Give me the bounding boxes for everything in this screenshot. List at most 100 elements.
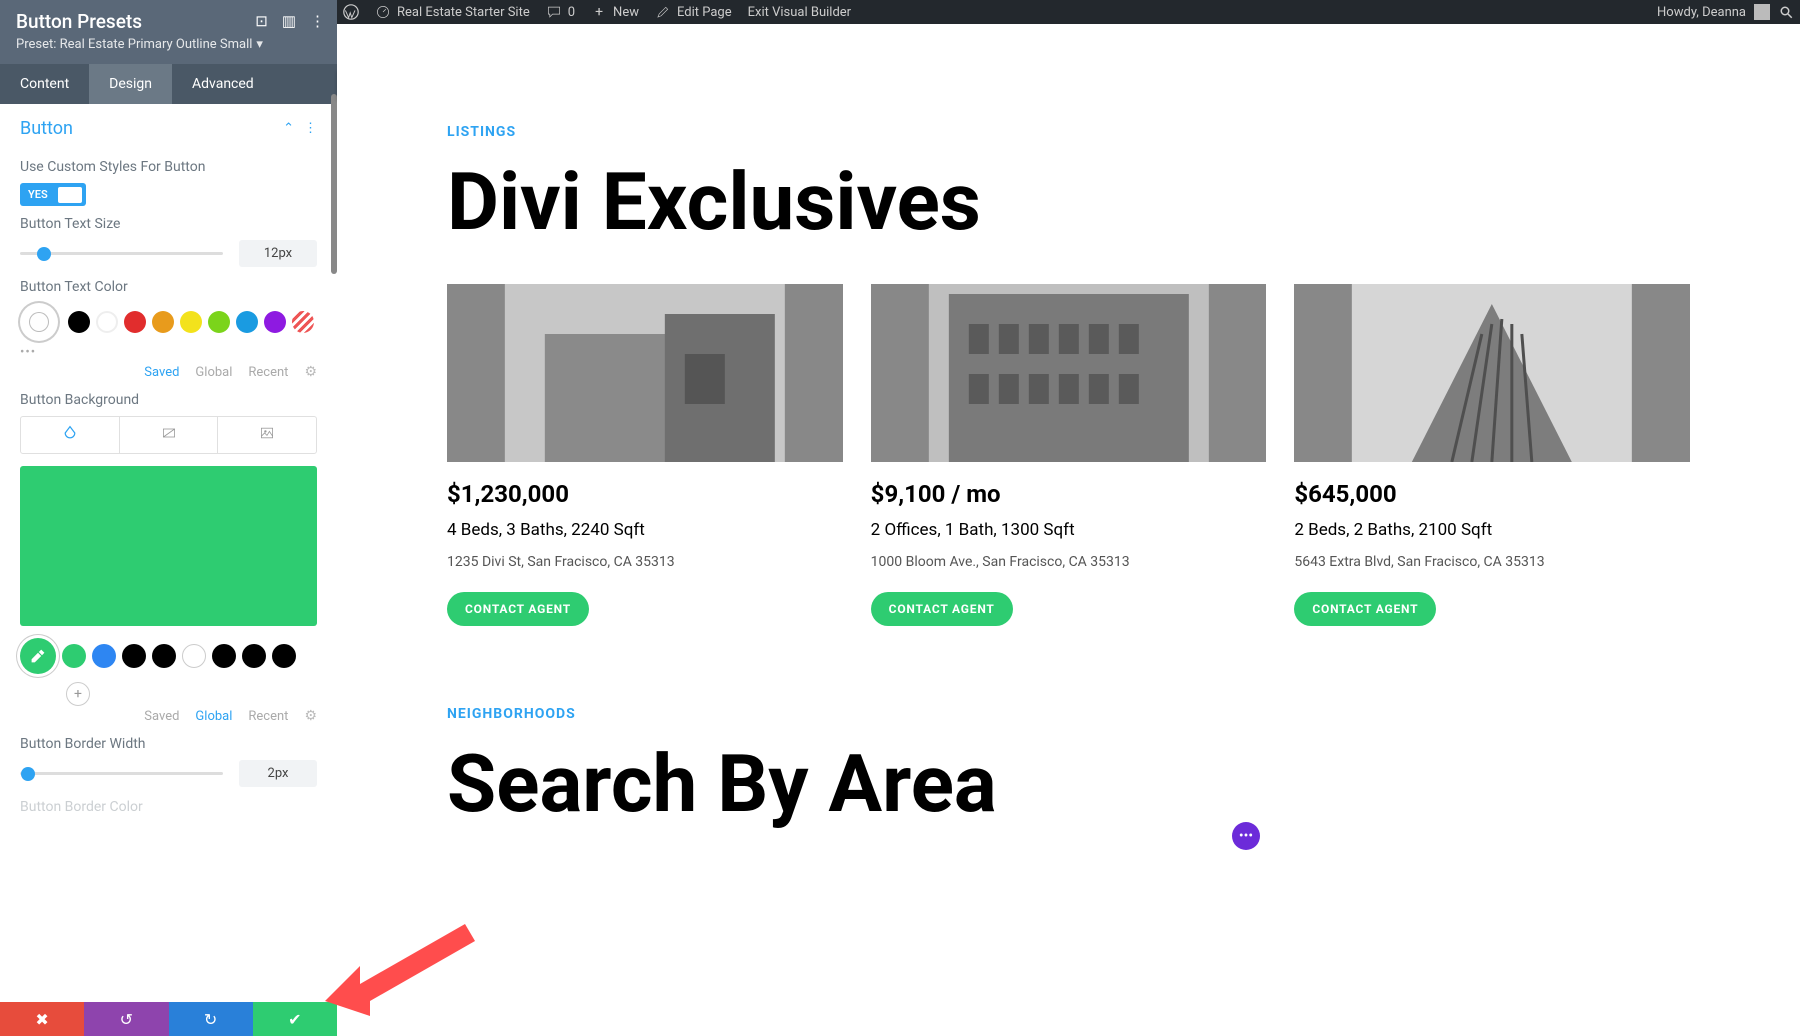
palette-global[interactable]: Global	[195, 365, 232, 380]
bg-recent[interactable]: Recent	[248, 709, 288, 724]
bg-tab-color[interactable]	[21, 417, 120, 453]
swatch-yellow[interactable]	[180, 311, 202, 333]
listing-specs: 4 Beds, 3 Baths, 2240 Sqft	[447, 520, 843, 540]
search-icon[interactable]	[1778, 4, 1794, 20]
bg-color-preview[interactable]	[20, 466, 317, 626]
edit-page-link[interactable]: Edit Page	[655, 4, 732, 20]
palette-recent[interactable]: Recent	[248, 365, 288, 380]
tab-design[interactable]: Design	[89, 64, 172, 104]
neighborhoods-heading: Search By Area	[447, 742, 1690, 826]
section-kebab-icon[interactable]: ⋮	[304, 121, 317, 136]
preset-selector[interactable]: Preset: Real Estate Primary Outline Smal…	[16, 37, 321, 52]
bg-saved[interactable]: Saved	[144, 709, 179, 724]
contact-agent-button[interactable]: CONTACT AGENT	[1294, 592, 1436, 626]
new-link[interactable]: + New	[591, 4, 639, 20]
site-name: Real Estate Starter Site	[397, 5, 530, 20]
settings-tabs: Content Design Advanced	[0, 64, 337, 104]
listing-card: $1,230,000 4 Beds, 3 Baths, 2240 Sqft 12…	[447, 284, 843, 626]
avatar[interactable]	[1754, 4, 1770, 20]
text-color-label: Button Text Color	[20, 279, 317, 295]
wp-admin-bar: Real Estate Starter Site 0 + New Edit Pa…	[337, 0, 1800, 24]
exit-builder-link[interactable]: Exit Visual Builder	[748, 5, 851, 20]
palette-more-icon[interactable]: •••	[20, 345, 317, 360]
panel-body: Use Custom Styles For Button YES Button …	[0, 149, 337, 823]
action-bar: ✖ ↺ ↻ ✔	[0, 1002, 337, 1036]
add-swatch-button[interactable]: +	[66, 682, 90, 706]
gear-icon[interactable]: ⚙	[304, 364, 317, 380]
gear-icon[interactable]: ⚙	[304, 708, 317, 724]
bg-global-palette	[20, 638, 317, 674]
redo-button[interactable]: ↻	[169, 1002, 253, 1036]
bg-tab-image[interactable]	[218, 417, 316, 453]
columns-icon[interactable]: ▥	[282, 12, 296, 30]
swatch-white[interactable]	[96, 311, 118, 333]
border-width-value[interactable]: 2px	[239, 760, 317, 787]
neighborhoods-eyebrow: NEIGHBORHOODS	[447, 706, 1690, 722]
edit-page-label: Edit Page	[677, 5, 732, 20]
module-options-button[interactable]: •••	[1232, 822, 1260, 850]
listing-image	[871, 284, 1267, 462]
collapse-icon[interactable]: ⌃	[283, 121, 294, 136]
bg-eyedropper-button[interactable]	[20, 638, 56, 674]
text-size-label: Button Text Size	[20, 216, 317, 232]
tab-advanced[interactable]: Advanced	[172, 64, 274, 104]
contact-agent-button[interactable]: CONTACT AGENT	[447, 592, 589, 626]
listing-image	[447, 284, 843, 462]
listing-card: $9,100 / mo 2 Offices, 1 Bath, 1300 Sqft…	[871, 284, 1267, 626]
bg-swatch[interactable]	[212, 644, 236, 668]
listing-image	[1294, 284, 1690, 462]
kebab-icon[interactable]: ⋮	[310, 12, 325, 30]
plus-icon: +	[591, 4, 607, 20]
save-button[interactable]: ✔	[253, 1002, 337, 1036]
bg-swatch[interactable]	[272, 644, 296, 668]
settings-sidebar: Button Presets Preset: Real Estate Prima…	[0, 0, 337, 1036]
color-picker-button[interactable]	[20, 303, 58, 341]
bg-swatch[interactable]	[152, 644, 176, 668]
bg-swatch[interactable]	[92, 644, 116, 668]
dashboard-icon	[375, 4, 391, 20]
swatch-orange[interactable]	[152, 311, 174, 333]
pencil-icon	[655, 4, 671, 20]
swatch-transparent[interactable]	[292, 311, 314, 333]
howdy-text[interactable]: Howdy, Deanna	[1657, 5, 1746, 20]
section-header-button[interactable]: Button ⌃ ⋮	[0, 104, 337, 149]
swatch-purple[interactable]	[264, 311, 286, 333]
contact-agent-button[interactable]: CONTACT AGENT	[871, 592, 1013, 626]
bg-swatch[interactable]	[182, 644, 206, 668]
discard-button[interactable]: ✖	[0, 1002, 84, 1036]
custom-styles-toggle[interactable]: YES	[20, 183, 86, 206]
listings-heading: Divi Exclusives	[447, 160, 1690, 244]
palette-saved[interactable]: Saved	[144, 365, 179, 380]
text-size-slider[interactable]	[20, 252, 223, 255]
new-label: New	[613, 5, 639, 20]
text-color-palette	[20, 303, 317, 341]
wordpress-icon[interactable]	[343, 4, 359, 20]
undo-button[interactable]: ↺	[84, 1002, 168, 1036]
site-link[interactable]: Real Estate Starter Site	[375, 4, 530, 20]
listing-price: $1,230,000	[447, 480, 843, 508]
listing-specs: 2 Offices, 1 Bath, 1300 Sqft	[871, 520, 1267, 540]
listing-card: $645,000 2 Beds, 2 Baths, 2100 Sqft 5643…	[1294, 284, 1690, 626]
text-size-value[interactable]: 12px	[239, 240, 317, 267]
panel-header: Button Presets Preset: Real Estate Prima…	[0, 0, 337, 64]
border-width-slider[interactable]	[20, 772, 223, 775]
sync-icon[interactable]: ⊡	[255, 12, 268, 30]
bg-tab-gradient[interactable]	[120, 417, 219, 453]
listing-price: $9,100 / mo	[871, 480, 1267, 508]
swatch-black[interactable]	[68, 311, 90, 333]
comment-icon	[546, 4, 562, 20]
listing-address: 1000 Bloom Ave., San Fracisco, CA 35313	[871, 554, 1267, 570]
bg-swatch[interactable]	[122, 644, 146, 668]
bg-swatch[interactable]	[62, 644, 86, 668]
swatch-green[interactable]	[208, 311, 230, 333]
border-width-label: Button Border Width	[20, 736, 317, 752]
swatch-blue[interactable]	[236, 311, 258, 333]
bg-global[interactable]: Global	[195, 709, 232, 724]
tab-content[interactable]: Content	[0, 64, 89, 104]
preset-label: Preset: Real Estate Primary Outline Smal…	[16, 37, 252, 52]
comments-link[interactable]: 0	[546, 4, 575, 20]
bg-swatch[interactable]	[242, 644, 266, 668]
swatch-red[interactable]	[124, 311, 146, 333]
custom-styles-label: Use Custom Styles For Button	[20, 159, 317, 175]
chevron-down-icon: ▾	[256, 37, 263, 52]
